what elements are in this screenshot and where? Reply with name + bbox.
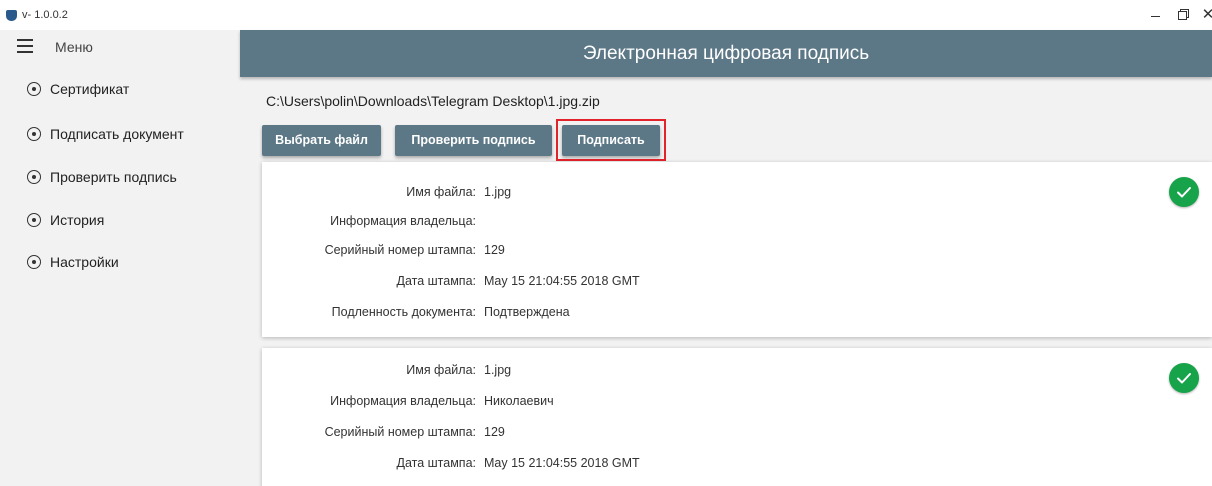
sidebar-item-sign-document[interactable]: Подписать документ: [0, 115, 240, 155]
sidebar-item-label: Проверить подпись: [50, 169, 177, 185]
result-row: Серийный номер штампа: 129: [262, 243, 1162, 263]
radio-icon: [27, 82, 41, 96]
result-row: Дата штампа: May 15 21:04:55 2018 GMT: [262, 456, 1162, 476]
result-card: Имя файла: 1.jpg Информация владельца: Н…: [262, 348, 1212, 486]
app-window: v- 1.0.0.2 ✕ Меню Сертификат Подписать д…: [0, 0, 1212, 486]
sidebar-item-verify-signature[interactable]: Проверить подпись: [0, 158, 240, 198]
check-circle-icon: [1169, 177, 1199, 207]
result-row: Информация владельца: Николаевич: [262, 394, 1162, 414]
result-row: Информация владельца:: [262, 214, 1162, 234]
app-version: v- 1.0.0.2: [22, 9, 68, 21]
radio-icon: [27, 255, 41, 269]
row-value: May 15 21:04:55 2018 GMT: [484, 274, 640, 288]
sidebar-item-label: Сертификат: [50, 81, 130, 97]
row-value: 129: [484, 425, 505, 439]
sidebar-item-label: Настройки: [50, 254, 119, 270]
app-shield-icon: [6, 10, 17, 21]
title-bar: v- 1.0.0.2 ✕: [0, 0, 1212, 30]
file-path: C:\Users\polin\Downloads\Telegram Deskto…: [266, 93, 600, 109]
header-bar: Электронная цифровая подпись: [240, 30, 1212, 77]
row-label: Серийный номер штампа:: [324, 243, 476, 257]
check-circle-icon: [1169, 363, 1199, 393]
minimize-button[interactable]: [1143, 6, 1167, 24]
result-row: Серийный номер штампа: 129: [262, 425, 1162, 445]
sidebar-item-settings[interactable]: Настройки: [0, 243, 240, 283]
row-value: 1.jpg: [484, 363, 512, 377]
sidebar-item-certificate[interactable]: Сертификат: [0, 70, 240, 110]
highlight-box: [556, 119, 666, 161]
radio-icon: [27, 127, 41, 141]
close-button[interactable]: ✕: [1196, 6, 1212, 24]
menu-label: Меню: [55, 39, 93, 55]
row-label: Информация владельца:: [330, 394, 476, 408]
sidebar-item-label: История: [50, 212, 105, 228]
row-value: Подтверждена: [484, 305, 570, 319]
result-row: Дата штампа: May 15 21:04:55 2018 GMT: [262, 274, 1162, 294]
verify-signature-button[interactable]: Проверить подпись: [395, 125, 552, 156]
sidebar-item-history[interactable]: История: [0, 201, 240, 241]
row-value: 1.jpg: [484, 185, 512, 199]
sidebar-item-label: Подписать документ: [50, 126, 184, 142]
result-row: Имя файла: 1.jpg: [262, 185, 1162, 205]
row-label: Имя файла:: [406, 185, 476, 199]
radio-icon: [27, 170, 41, 184]
row-value: 129: [484, 243, 505, 257]
main-panel: Электронная цифровая подпись C:\Users\po…: [240, 30, 1212, 486]
menu-toggle[interactable]: Меню: [0, 30, 240, 64]
hamburger-icon: [17, 39, 33, 53]
restore-button[interactable]: [1170, 6, 1194, 24]
row-value: Николаевич: [484, 394, 554, 408]
row-label: Информация владельца:: [330, 214, 476, 228]
result-card: Имя файла: 1.jpg Информация владельца: С…: [262, 162, 1212, 337]
sidebar: Меню Сертификат Подписать документ Прове…: [0, 30, 240, 486]
select-file-button[interactable]: Выбрать файл: [262, 125, 381, 156]
row-value: May 15 21:04:55 2018 GMT: [484, 456, 640, 470]
row-label: Дата штампа:: [396, 456, 476, 470]
radio-icon: [27, 213, 41, 227]
result-row: Подленность документа: Подтверждена: [262, 305, 1162, 325]
row-label: Имя файла:: [406, 363, 476, 377]
page-title: Электронная цифровая подпись: [582, 43, 870, 64]
row-label: Дата штампа:: [396, 274, 476, 288]
result-row: Имя файла: 1.jpg: [262, 363, 1162, 383]
row-label: Подленность документа:: [331, 305, 476, 319]
row-label: Серийный номер штампа:: [324, 425, 476, 439]
